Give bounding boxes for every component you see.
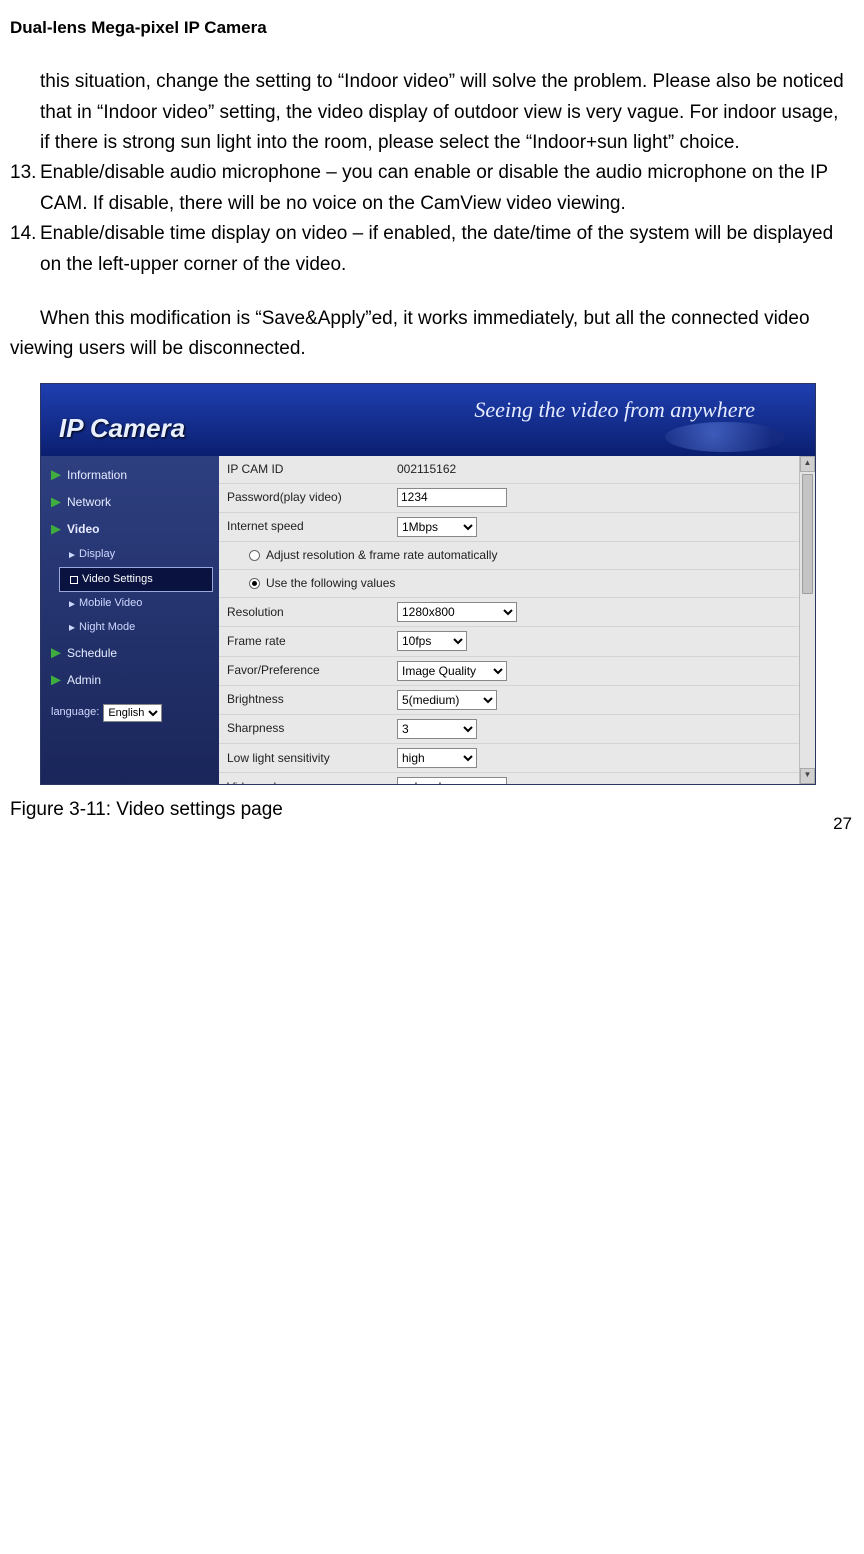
password-input[interactable] [397,488,507,507]
scrollbar[interactable]: ▲ ▼ [799,456,815,784]
list-item-14: 14. Enable/disable time display on video… [10,219,854,280]
sidebar-label: Information [67,466,127,485]
manual-values-row[interactable]: Use the following values [219,569,815,597]
internet-speed-label: Internet speed [219,512,389,541]
language-label: language: [51,704,99,722]
figure-caption: Figure 3-11: Video settings page [10,795,854,825]
brightness-label: Brightness [219,685,389,714]
list-content: Enable/disable time display on video – i… [40,219,850,280]
resolution-select[interactable]: 1280x800 [397,602,517,622]
sidebar-label: Video [67,522,99,536]
sidebar-item-admin[interactable]: Admin [41,667,219,694]
list-number: 13. [10,158,40,219]
save-apply-paragraph: When this modification is “Save&Apply”ed… [10,304,854,365]
frame-rate-label: Frame rate [219,627,389,656]
lowlight-select[interactable]: high [397,748,477,768]
arrow-icon [51,497,61,507]
page-number: 27 [833,810,852,837]
settings-table: IP CAM ID002115162 Password(play video) … [219,456,815,784]
list-content: Enable/disable audio microphone – you ca… [40,158,850,219]
figure-screenshot: Seeing the video from anywhere IP Camera… [40,383,854,785]
scroll-thumb[interactable] [802,474,813,594]
video-color-select[interactable]: colored [397,777,507,783]
sidebar-sub-night-mode[interactable]: Night Mode [41,616,219,640]
banner-graphic [665,422,785,452]
ip-camera-ui: Seeing the video from anywhere IP Camera… [40,383,816,785]
scroll-up-icon[interactable]: ▲ [800,456,815,472]
auto-adjust-row[interactable]: Adjust resolution & frame rate automatic… [219,541,815,569]
doc-header: Dual-lens Mega-pixel IP Camera [10,14,854,41]
video-color-label: Video color [219,773,389,784]
arrow-icon [69,625,75,631]
arrow-icon [69,601,75,607]
sidebar: Information Network Video Display Video … [41,456,219,784]
arrow-icon [51,525,61,535]
manual-values-label: Use the following values [266,576,395,590]
banner-logo: IP Camera [59,408,185,450]
sidebar-item-network[interactable]: Network [41,489,219,516]
sidebar-sub-label: Video Settings [82,571,153,589]
ipcam-id-value: 002115162 [389,456,815,484]
arrow-icon [51,470,61,480]
favor-label: Favor/Preference [219,656,389,685]
resolution-label: Resolution [219,598,389,627]
banner: Seeing the video from anywhere IP Camera [41,384,815,456]
list-number: 14. [10,219,40,280]
arrow-icon [51,648,61,658]
radio-icon-selected [249,578,260,589]
sidebar-label: Admin [67,671,101,690]
language-selector-row: language: English [41,694,219,732]
active-icon [70,576,78,584]
settings-panel: IP CAM ID002115162 Password(play video) … [219,456,815,784]
sidebar-sub-label: Mobile Video [79,595,142,613]
sharpness-select[interactable]: 3 [397,719,477,739]
ipcam-id-label: IP CAM ID [219,456,389,484]
auto-adjust-label: Adjust resolution & frame rate automatic… [266,548,497,562]
sidebar-sub-display[interactable]: Display [41,543,219,567]
sidebar-sub-mobile-video[interactable]: Mobile Video [41,592,219,616]
save-apply-text: When this modification is “Save&Apply”ed… [10,308,810,359]
internet-speed-select[interactable]: 1Mbps [397,517,477,537]
radio-icon [249,550,260,561]
favor-select[interactable]: Image Quality [397,661,507,681]
arrow-icon [51,675,61,685]
sharpness-label: Sharpness [219,714,389,743]
sidebar-item-schedule[interactable]: Schedule [41,640,219,667]
sidebar-label: Schedule [67,644,117,663]
arrow-icon [69,552,75,558]
sidebar-sub-label: Display [79,546,115,564]
sidebar-sub-label: Night Mode [79,619,135,637]
frame-rate-select[interactable]: 10fps [397,631,467,651]
password-label: Password(play video) [219,483,389,512]
scroll-down-icon[interactable]: ▼ [800,768,815,784]
sidebar-item-video[interactable]: Video [41,516,219,543]
continuation-paragraph: this situation, change the setting to “I… [10,67,854,158]
list-item-13: 13. Enable/disable audio microphone – yo… [10,158,854,219]
brightness-select[interactable]: 5(medium) [397,690,497,710]
sidebar-label: Network [67,493,111,512]
sidebar-item-information[interactable]: Information [41,462,219,489]
language-select[interactable]: English [103,704,162,722]
sidebar-sub-video-settings[interactable]: Video Settings [59,567,213,593]
lowlight-label: Low light sensitivity [219,744,389,773]
